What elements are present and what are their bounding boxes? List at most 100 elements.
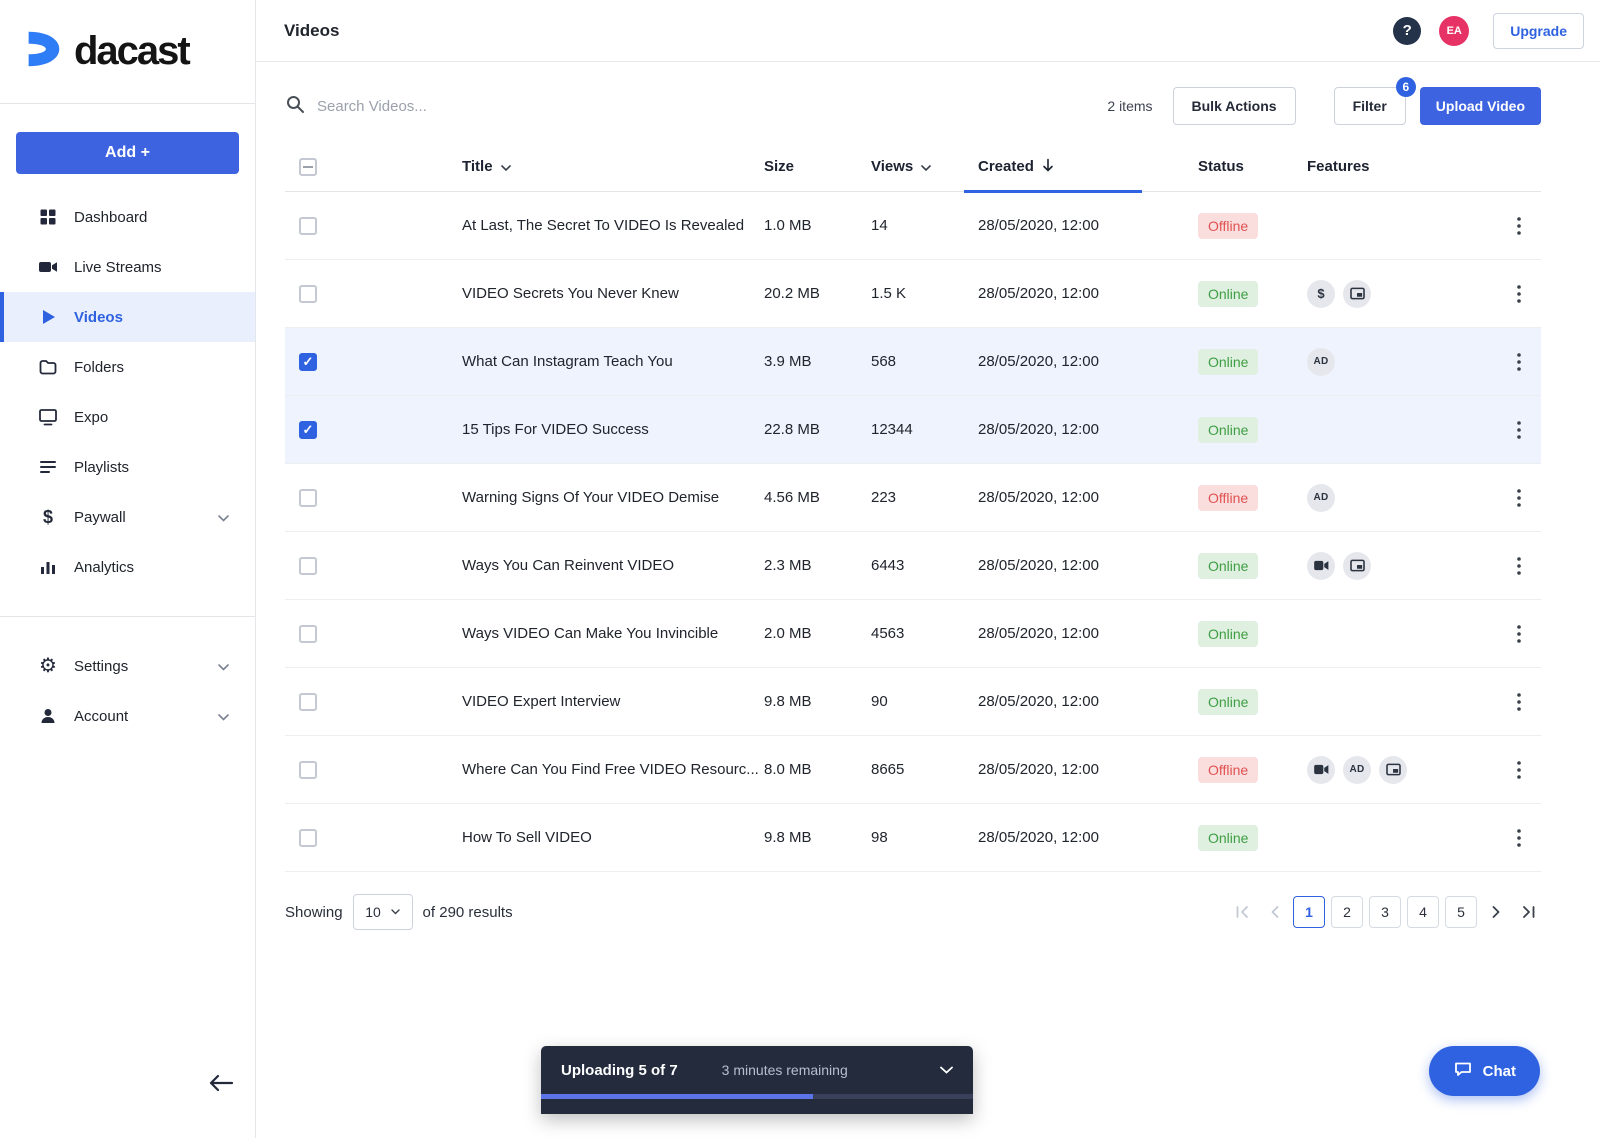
search-input[interactable] — [317, 98, 637, 115]
sidebar-item-settings[interactable]: ⚙ Settings — [0, 641, 255, 691]
page-size-value: 10 — [365, 904, 381, 920]
status-cell: Offline — [1198, 213, 1307, 239]
page-button-3[interactable]: 3 — [1369, 896, 1401, 928]
chat-button[interactable]: Chat — [1429, 1046, 1540, 1096]
picture-in-picture-feature-icon — [1343, 280, 1371, 308]
row-menu-button[interactable] — [1497, 192, 1541, 259]
page-button-1[interactable]: 1 — [1293, 896, 1325, 928]
collapse-sidebar-arrow-icon[interactable] — [208, 1073, 234, 1098]
sidebar-menu: Dashboard Live Streams Videos Folders Ex… — [0, 192, 255, 592]
sidebar-item-live-streams[interactable]: Live Streams — [0, 242, 255, 292]
row-menu-button[interactable] — [1497, 668, 1541, 735]
row-title[interactable]: How To Sell VIDEO — [447, 829, 764, 846]
sort-chevron-icon — [501, 158, 511, 175]
row-menu-button[interactable] — [1497, 328, 1541, 395]
row-title[interactable]: At Last, The Secret To VIDEO Is Revealed — [447, 217, 764, 234]
sidebar-item-paywall[interactable]: $ Paywall — [0, 492, 255, 542]
row-title[interactable]: Ways You Can Reinvent VIDEO — [447, 557, 764, 574]
bulk-actions-button[interactable]: Bulk Actions — [1173, 87, 1296, 125]
page-button-5[interactable]: 5 — [1445, 896, 1477, 928]
row-menu-button[interactable] — [1497, 396, 1541, 463]
folders-icon — [38, 357, 58, 377]
status-cell: Online — [1198, 349, 1307, 375]
column-header-views[interactable]: Views — [871, 158, 978, 175]
avatar[interactable]: EA — [1439, 16, 1469, 46]
row-title[interactable]: Ways VIDEO Can Make You Invincible — [447, 625, 764, 642]
chevron-down-icon — [218, 509, 229, 526]
upgrade-button[interactable]: Upgrade — [1493, 13, 1584, 49]
chevron-down-icon — [391, 909, 400, 915]
previous-page-button[interactable] — [1261, 896, 1287, 928]
row-checkbox[interactable] — [299, 829, 317, 847]
row-checkbox[interactable] — [299, 489, 317, 507]
row-checkbox[interactable] — [299, 217, 317, 235]
results-label: of 290 results — [423, 904, 513, 921]
table-row: At Last, The Secret To VIDEO Is Revealed… — [285, 192, 1541, 260]
column-header-title[interactable]: Title — [447, 158, 764, 175]
row-created: 28/05/2020, 12:00 — [978, 489, 1198, 506]
sidebar-item-label: Paywall — [74, 509, 126, 526]
sidebar-divider — [0, 616, 255, 617]
status-cell: Online — [1198, 417, 1307, 443]
row-size: 4.56 MB — [764, 489, 871, 506]
row-views: 1.5 K — [871, 285, 978, 302]
toolbar: 2 items Bulk Actions Filter 6 Upload Vid… — [285, 84, 1541, 128]
row-size: 9.8 MB — [764, 829, 871, 846]
expo-icon — [38, 407, 58, 427]
row-menu-button[interactable] — [1497, 532, 1541, 599]
column-header-created[interactable]: Created — [978, 142, 1198, 191]
row-title[interactable]: 15 Tips For VIDEO Success — [447, 421, 764, 438]
status-badge: Offline — [1198, 757, 1258, 783]
help-icon[interactable]: ? — [1393, 17, 1421, 45]
page-button-2[interactable]: 2 — [1331, 896, 1363, 928]
row-checkbox[interactable] — [299, 693, 317, 711]
page-size-select[interactable]: 10 — [353, 894, 413, 930]
page-number-list: 12345 — [1293, 896, 1477, 928]
first-page-button[interactable] — [1229, 896, 1255, 928]
add-button[interactable]: Add + — [16, 132, 239, 174]
status-badge: Online — [1198, 281, 1258, 307]
row-checkbox[interactable] — [299, 625, 317, 643]
row-checkbox[interactable] — [299, 557, 317, 575]
chevron-down-icon — [218, 658, 229, 675]
sidebar: dacast Add + Dashboard Live Streams Vide… — [0, 0, 256, 1138]
showing-label: Showing — [285, 904, 343, 921]
column-header-size[interactable]: Size — [764, 158, 871, 175]
row-checkbox[interactable] — [299, 285, 317, 303]
select-all-checkbox[interactable] — [299, 158, 317, 176]
filter-button[interactable]: Filter — [1334, 87, 1406, 125]
picture-in-picture-feature-icon — [1379, 756, 1407, 784]
row-title[interactable]: Warning Signs Of Your VIDEO Demise — [447, 489, 764, 506]
sidebar-item-dashboard[interactable]: Dashboard — [0, 192, 255, 242]
row-title[interactable]: VIDEO Secrets You Never Knew — [447, 285, 764, 302]
gear-icon: ⚙ — [38, 656, 58, 676]
sidebar-item-expo[interactable]: Expo — [0, 392, 255, 442]
row-title[interactable]: Where Can You Find Free VIDEO Resourc... — [447, 761, 764, 778]
row-menu-button[interactable] — [1497, 260, 1541, 327]
row-menu-button[interactable] — [1497, 600, 1541, 667]
row-size: 8.0 MB — [764, 761, 871, 778]
row-menu-button[interactable] — [1497, 464, 1541, 531]
row-created: 28/05/2020, 12:00 — [978, 761, 1198, 778]
next-page-button[interactable] — [1483, 896, 1509, 928]
row-menu-button[interactable] — [1497, 804, 1541, 871]
search-box — [285, 94, 1107, 119]
row-checkbox[interactable] — [299, 761, 317, 779]
last-page-button[interactable] — [1515, 896, 1541, 928]
sidebar-item-playlists[interactable]: Playlists — [0, 442, 255, 492]
row-title[interactable]: VIDEO Expert Interview — [447, 693, 764, 710]
sidebar-item-folders[interactable]: Folders — [0, 342, 255, 392]
sidebar-item-account[interactable]: Account — [0, 691, 255, 741]
table-row: Ways You Can Reinvent VIDEO 2.3 MB 6443 … — [285, 532, 1541, 600]
page-button-4[interactable]: 4 — [1407, 896, 1439, 928]
row-title[interactable]: What Can Instagram Teach You — [447, 353, 764, 370]
row-checkbox[interactable] — [299, 353, 317, 371]
row-created: 28/05/2020, 12:00 — [978, 693, 1198, 710]
collapse-panel-chevron-icon[interactable] — [940, 1066, 953, 1074]
row-menu-button[interactable] — [1497, 736, 1541, 803]
sidebar-item-analytics[interactable]: Analytics — [0, 542, 255, 592]
row-checkbox[interactable] — [299, 421, 317, 439]
upload-video-button[interactable]: Upload Video — [1420, 87, 1541, 125]
sidebar-item-videos[interactable]: Videos — [0, 292, 255, 342]
sidebar-item-label: Settings — [74, 658, 128, 675]
